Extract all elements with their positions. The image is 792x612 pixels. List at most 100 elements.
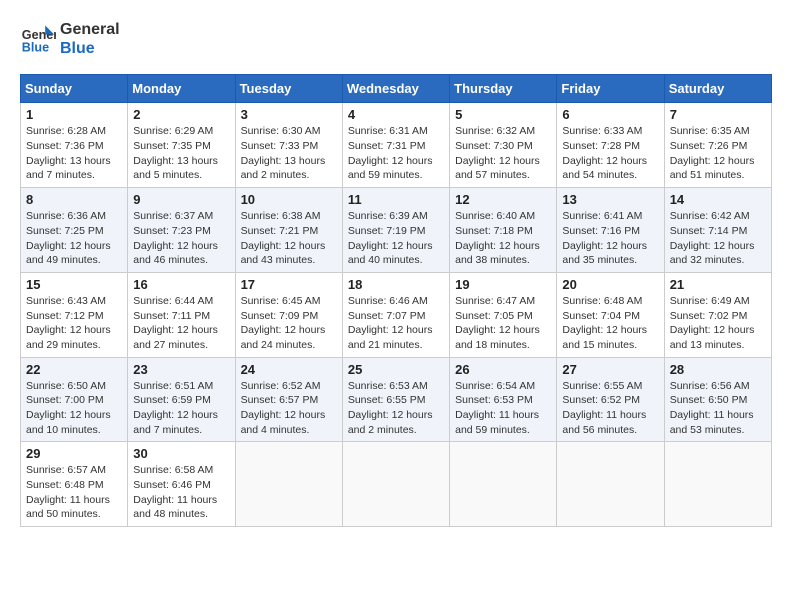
svg-text:Blue: Blue [22,41,49,55]
calendar-cell: 24 Sunrise: 6:52 AM Sunset: 6:57 PM Dayli… [235,357,342,442]
day-info: Sunrise: 6:31 AM Sunset: 7:31 PM Dayligh… [348,124,444,183]
calendar-cell: 26 Sunrise: 6:54 AM Sunset: 6:53 PM Dayli… [450,357,557,442]
calendar-cell: 11 Sunrise: 6:39 AM Sunset: 7:19 PM Dayli… [342,188,449,273]
calendar-cell [235,442,342,527]
day-number: 14 [670,192,766,207]
calendar-cell: 7 Sunrise: 6:35 AM Sunset: 7:26 PM Daylig… [664,103,771,188]
day-info: Sunrise: 6:50 AM Sunset: 7:00 PM Dayligh… [26,379,122,438]
calendar-cell: 12Sunrise: 6:40 AM Sunset: 7:18 PM Dayli… [450,188,557,273]
calendar-cell: 10 Sunrise: 6:38 AM Sunset: 7:21 PM Dayli… [235,188,342,273]
day-info: Sunrise: 6:53 AM Sunset: 6:55 PM Dayligh… [348,379,444,438]
day-number: 23 [133,362,229,377]
day-number: 29 [26,446,122,461]
calendar-cell: 18 Sunrise: 6:46 AM Sunset: 7:07 PM Dayli… [342,272,449,357]
col-header-wednesday: Wednesday [342,75,449,103]
day-number: 22 [26,362,122,377]
calendar-cell: 5Sunrise: 6:32 AM Sunset: 7:30 PM Daylig… [450,103,557,188]
day-number: 28 [670,362,766,377]
day-info: Sunrise: 6:29 AM Sunset: 7:35 PM Dayligh… [133,124,229,183]
day-number: 7 [670,107,766,122]
day-number: 10 [241,192,337,207]
day-number: 11 [348,192,444,207]
week-row-3: 15Sunrise: 6:43 AM Sunset: 7:12 PM Dayli… [21,272,772,357]
day-info: Sunrise: 6:30 AM Sunset: 7:33 PM Dayligh… [241,124,337,183]
day-number: 24 [241,362,337,377]
day-number: 4 [348,107,444,122]
col-header-thursday: Thursday [450,75,557,103]
day-info: Sunrise: 6:28 AM Sunset: 7:36 PM Dayligh… [26,124,122,183]
calendar-cell: 13 Sunrise: 6:41 AM Sunset: 7:16 PM Dayli… [557,188,664,273]
calendar-cell: 8 Sunrise: 6:36 AM Sunset: 7:25 PM Daylig… [21,188,128,273]
day-number: 27 [562,362,658,377]
day-info: Sunrise: 6:46 AM Sunset: 7:07 PM Dayligh… [348,294,444,353]
calendar-cell [664,442,771,527]
calendar-cell: 15Sunrise: 6:43 AM Sunset: 7:12 PM Dayli… [21,272,128,357]
calendar-cell: 6 Sunrise: 6:33 AM Sunset: 7:28 PM Daylig… [557,103,664,188]
calendar-cell: 14Sunrise: 6:42 AM Sunset: 7:14 PM Dayli… [664,188,771,273]
day-number: 5 [455,107,551,122]
calendar-cell: 22 Sunrise: 6:50 AM Sunset: 7:00 PM Dayli… [21,357,128,442]
calendar-cell: 3 Sunrise: 6:30 AM Sunset: 7:33 PM Daylig… [235,103,342,188]
calendar-cell: 9 Sunrise: 6:37 AM Sunset: 7:23 PM Daylig… [128,188,235,273]
day-number: 8 [26,192,122,207]
day-info: Sunrise: 6:36 AM Sunset: 7:25 PM Dayligh… [26,209,122,268]
logo-blue: Blue [60,39,120,58]
calendar-cell [342,442,449,527]
day-number: 2 [133,107,229,122]
day-number: 3 [241,107,337,122]
day-info: Sunrise: 6:52 AM Sunset: 6:57 PM Dayligh… [241,379,337,438]
col-header-saturday: Saturday [664,75,771,103]
day-number: 15 [26,277,122,292]
day-info: Sunrise: 6:41 AM Sunset: 7:16 PM Dayligh… [562,209,658,268]
day-number: 25 [348,362,444,377]
day-number: 30 [133,446,229,461]
calendar-cell: 21Sunrise: 6:49 AM Sunset: 7:02 PM Dayli… [664,272,771,357]
day-number: 13 [562,192,658,207]
calendar-cell: 19Sunrise: 6:47 AM Sunset: 7:05 PM Dayli… [450,272,557,357]
calendar-cell: 23 Sunrise: 6:51 AM Sunset: 6:59 PM Dayli… [128,357,235,442]
calendar-cell: 2 Sunrise: 6:29 AM Sunset: 7:35 PM Daylig… [128,103,235,188]
day-info: Sunrise: 6:54 AM Sunset: 6:53 PM Dayligh… [455,379,551,438]
header: General Blue General Blue [20,20,772,58]
calendar-cell: 4 Sunrise: 6:31 AM Sunset: 7:31 PM Daylig… [342,103,449,188]
day-number: 9 [133,192,229,207]
day-info: Sunrise: 6:51 AM Sunset: 6:59 PM Dayligh… [133,379,229,438]
day-info: Sunrise: 6:45 AM Sunset: 7:09 PM Dayligh… [241,294,337,353]
calendar-cell: 17 Sunrise: 6:45 AM Sunset: 7:09 PM Dayli… [235,272,342,357]
day-info: Sunrise: 6:47 AM Sunset: 7:05 PM Dayligh… [455,294,551,353]
day-info: Sunrise: 6:44 AM Sunset: 7:11 PM Dayligh… [133,294,229,353]
day-info: Sunrise: 6:35 AM Sunset: 7:26 PM Dayligh… [670,124,766,183]
logo: General Blue General Blue [20,20,120,58]
col-header-monday: Monday [128,75,235,103]
day-info: Sunrise: 6:33 AM Sunset: 7:28 PM Dayligh… [562,124,658,183]
week-row-2: 8 Sunrise: 6:36 AM Sunset: 7:25 PM Daylig… [21,188,772,273]
day-info: Sunrise: 6:58 AM Sunset: 6:46 PM Dayligh… [133,463,229,522]
day-number: 26 [455,362,551,377]
calendar-cell [450,442,557,527]
day-info: Sunrise: 6:39 AM Sunset: 7:19 PM Dayligh… [348,209,444,268]
day-info: Sunrise: 6:37 AM Sunset: 7:23 PM Dayligh… [133,209,229,268]
week-row-4: 22 Sunrise: 6:50 AM Sunset: 7:00 PM Dayli… [21,357,772,442]
calendar: SundayMondayTuesdayWednesdayThursdayFrid… [20,74,772,527]
col-header-sunday: Sunday [21,75,128,103]
day-number: 17 [241,277,337,292]
day-info: Sunrise: 6:56 AM Sunset: 6:50 PM Dayligh… [670,379,766,438]
calendar-cell: 27Sunrise: 6:55 AM Sunset: 6:52 PM Dayli… [557,357,664,442]
week-row-5: 29 Sunrise: 6:57 AM Sunset: 6:48 PM Dayli… [21,442,772,527]
day-info: Sunrise: 6:57 AM Sunset: 6:48 PM Dayligh… [26,463,122,522]
day-info: Sunrise: 6:40 AM Sunset: 7:18 PM Dayligh… [455,209,551,268]
week-row-1: 1 Sunrise: 6:28 AM Sunset: 7:36 PM Daylig… [21,103,772,188]
col-header-friday: Friday [557,75,664,103]
calendar-cell: 29 Sunrise: 6:57 AM Sunset: 6:48 PM Dayli… [21,442,128,527]
calendar-cell: 1 Sunrise: 6:28 AM Sunset: 7:36 PM Daylig… [21,103,128,188]
day-number: 18 [348,277,444,292]
logo-icon: General Blue [20,21,56,57]
calendar-cell [557,442,664,527]
day-number: 16 [133,277,229,292]
day-info: Sunrise: 6:48 AM Sunset: 7:04 PM Dayligh… [562,294,658,353]
day-number: 1 [26,107,122,122]
day-number: 6 [562,107,658,122]
day-info: Sunrise: 6:38 AM Sunset: 7:21 PM Dayligh… [241,209,337,268]
col-header-tuesday: Tuesday [235,75,342,103]
calendar-cell: 30 Sunrise: 6:58 AM Sunset: 6:46 PM Dayli… [128,442,235,527]
